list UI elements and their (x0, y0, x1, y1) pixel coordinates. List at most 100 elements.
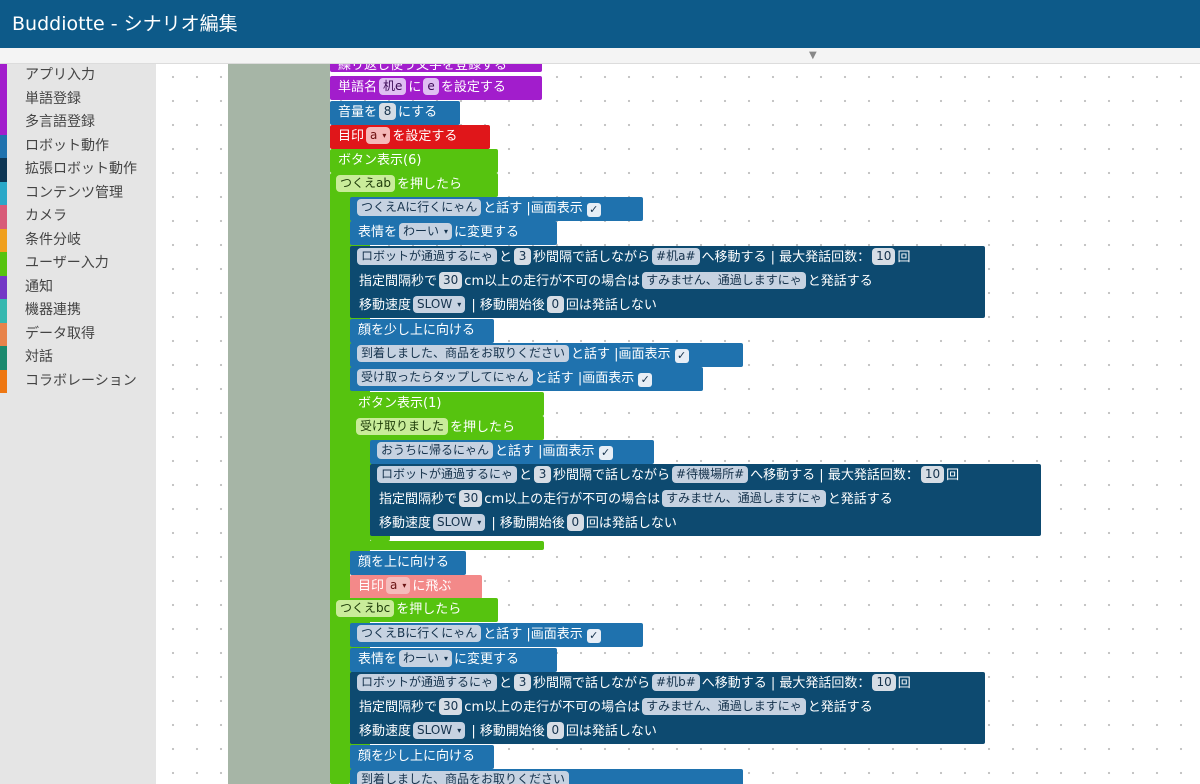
button-display-6-block[interactable]: ボタン表示(6) (330, 149, 498, 173)
speed-dropdown[interactable]: SLOW ▾ (433, 514, 486, 531)
block-text: |画面表示 (577, 371, 635, 386)
change-expression-block[interactable]: 表情を わーい ▾ に変更する (350, 221, 557, 245)
category-device-link[interactable]: 機器連携 (0, 299, 156, 323)
category-user-input[interactable]: ユーザー入力 (0, 252, 156, 276)
block-text: 秒間隔で話しながら (533, 250, 651, 265)
speak-block[interactable]: 受け取ったらタップしてにゃん と話す |画面表示 ✓ (350, 367, 703, 391)
expression-dropdown[interactable]: わーい ▾ (399, 650, 453, 667)
speed-dropdown[interactable]: SLOW ▾ (413, 296, 466, 313)
distance-field[interactable]: 30 (439, 272, 463, 289)
marker-dropdown[interactable]: a ▾ (366, 127, 391, 144)
move-while-speaking-block[interactable]: ロボットが通過するにゃと 3 秒間隔で話しながら #待機場所# へ移動する | 最大発話… (370, 464, 1041, 536)
destination-field[interactable]: #机a# (652, 248, 700, 265)
speak-block[interactable]: 到着しました、商品をお取りください と話す |画面表示 ✓ (350, 343, 743, 367)
speech-text-field[interactable]: ロボットが通過するにゃ (377, 466, 518, 483)
category-label: 多言語登録 (25, 114, 95, 130)
distance-field[interactable]: 30 (439, 698, 463, 715)
marker-dropdown[interactable]: a ▾ (386, 577, 411, 594)
max-utterance-field[interactable]: 10 (920, 466, 945, 483)
word-value-field[interactable]: e (423, 78, 439, 95)
button-display-1-block[interactable]: ボタン表示(1) (350, 392, 544, 416)
category-color-swatch (0, 87, 7, 111)
set-marker-block[interactable]: 目印 a ▾ を設定する (330, 125, 490, 149)
category-robot-motion[interactable]: ロボット動作 (0, 134, 156, 158)
silent-count-field[interactable]: 0 (546, 722, 564, 739)
move-block-line-1: ロボットが通過するにゃと 3 秒間隔で話しながら #机a# へ移動する | 最大発話回数… (355, 246, 985, 270)
move-while-speaking-block[interactable]: ロボットが通過するにゃと 3 秒間隔で話しながら #机b# へ移動する | 最大発話回数… (350, 672, 985, 744)
show-screen-checkbox[interactable]: ✓ (586, 203, 601, 217)
category-notification[interactable]: 通知 (0, 275, 156, 299)
interval-field[interactable]: 3 (514, 674, 532, 691)
jump-to-marker-block[interactable]: 目印 a ▾ に飛ぶ (350, 575, 482, 599)
show-screen-checkbox[interactable]: ✓ (586, 629, 601, 643)
silent-count-field[interactable]: 0 (566, 514, 584, 531)
interval-field[interactable]: 3 (514, 248, 532, 265)
speech-text-field[interactable]: つくえAに行くにゃん (357, 199, 482, 216)
speech-text-field[interactable]: おうちに帰るにゃん (377, 442, 494, 459)
category-color-swatch (0, 228, 7, 252)
speech-text-field[interactable]: 到着しました、商品をお取りください (357, 345, 570, 362)
category-color-swatch (0, 252, 7, 276)
move-while-speaking-block[interactable]: ロボットが通過するにゃと 3 秒間隔で話しながら #机a# へ移動する | 最大発話回数… (350, 246, 985, 318)
show-screen-checkbox[interactable]: ✓ (638, 373, 653, 387)
set-word-block[interactable]: 単語名 机e に e を設定する (330, 76, 542, 100)
speech-text-field[interactable]: ロボットが通過するにゃ (357, 674, 498, 691)
distance-field[interactable]: 30 (459, 490, 483, 507)
destination-field[interactable]: #待機場所# (672, 466, 749, 483)
category-collaboration[interactable]: コラボレーション (0, 369, 156, 393)
category-word-register[interactable]: 単語登録 (0, 87, 156, 111)
register-text-block[interactable]: 繰り返し使う文字を登録する (330, 64, 542, 73)
interval-field[interactable]: 3 (534, 466, 552, 483)
category-multilanguage-register[interactable]: 多言語登録 (0, 111, 156, 135)
fail-message-field[interactable]: すみません、通過しますにゃ (642, 272, 806, 289)
speak-block-partial[interactable]: 到着しました、商品をお取りください (350, 769, 743, 784)
fail-message-field[interactable]: すみません、通過しますにゃ (642, 698, 806, 715)
category-dialogue[interactable]: 対話 (0, 346, 156, 370)
speed-value: SLOW (417, 723, 453, 737)
button-label-field[interactable]: つくえab (336, 175, 395, 192)
face-tilt-slightly-up-block[interactable]: 顔を少し上に向ける (350, 319, 494, 343)
speech-text-field[interactable]: 受け取ったらタップしてにゃん (357, 369, 533, 386)
button-label-field[interactable]: つくえbc (336, 600, 395, 617)
silent-count-field[interactable]: 0 (546, 296, 564, 313)
category-conditional[interactable]: 条件分岐 (0, 228, 156, 252)
block-workspace[interactable]: 繰り返し使う文字を登録する 単語名 机e に e を設定する 音量を 8 にする 目印 a ▾ を… (156, 64, 1200, 784)
show-screen-checkbox[interactable]: ✓ (674, 349, 689, 363)
tap-handler-ab-block[interactable]: つくえab を押したら (330, 173, 498, 197)
speech-text-field[interactable]: 到着しました、商品をお取りください (357, 771, 570, 784)
speech-text-field[interactable]: つくえBに行くにゃん (357, 625, 482, 642)
change-expression-block[interactable]: 表情を わーい ▾ に変更する (350, 648, 557, 672)
category-data-fetch[interactable]: データ取得 (0, 322, 156, 346)
category-content-management[interactable]: コンテンツ管理 (0, 181, 156, 205)
category-extended-robot-motion[interactable]: 拡張ロボット動作 (0, 158, 156, 182)
face-tilt-up-block[interactable]: 顔を上に向ける (350, 551, 466, 575)
speak-block[interactable]: おうちに帰るにゃん と話す |画面表示 ✓ (370, 440, 654, 464)
speak-block[interactable]: つくえBに行くにゃん と話す |画面表示 ✓ (350, 623, 643, 647)
tap-handler-received-block[interactable]: 受け取りました を押したら (350, 416, 544, 440)
fail-message-field[interactable]: すみません、通過しますにゃ (662, 490, 826, 507)
tap-handler-bc-block[interactable]: つくえbc を押したら (330, 598, 498, 622)
category-app-input[interactable]: アプリ入力 (0, 64, 156, 88)
set-volume-block[interactable]: 音量を 8 にする (330, 101, 460, 125)
category-label: アプリ入力 (25, 67, 95, 83)
destination-field[interactable]: #机b# (652, 674, 700, 691)
block-text: を押したら (396, 602, 462, 617)
move-block-line-2: 指定間隔秒で 30 cm以上の走行が不可の場合は すみません、通過しますにゃ と発話する (375, 488, 1041, 512)
face-tilt-slightly-up-block[interactable]: 顔を少し上に向ける (350, 745, 494, 769)
max-utterance-field[interactable]: 10 (872, 248, 896, 265)
block-text: と (499, 250, 513, 265)
show-screen-checkbox[interactable]: ✓ (598, 446, 613, 460)
collapse-toggle-icon[interactable]: ▼ (809, 49, 817, 63)
speed-dropdown[interactable]: SLOW ▾ (413, 722, 466, 739)
speak-block[interactable]: つくえAに行くにゃん と話す |画面表示 ✓ (350, 197, 643, 221)
dropdown-arrow-icon: ▾ (402, 581, 407, 590)
category-camera[interactable]: カメラ (0, 205, 156, 229)
block-text: 回 (946, 468, 960, 483)
word-name-field[interactable]: 机e (379, 78, 407, 95)
speech-text-field[interactable]: ロボットが通過するにゃ (357, 248, 498, 265)
category-color-swatch (0, 205, 7, 229)
button-label-field[interactable]: 受け取りました (356, 418, 449, 435)
expression-dropdown[interactable]: わーい ▾ (399, 223, 453, 240)
max-utterance-field[interactable]: 10 (872, 674, 896, 691)
volume-field[interactable]: 8 (379, 103, 397, 120)
